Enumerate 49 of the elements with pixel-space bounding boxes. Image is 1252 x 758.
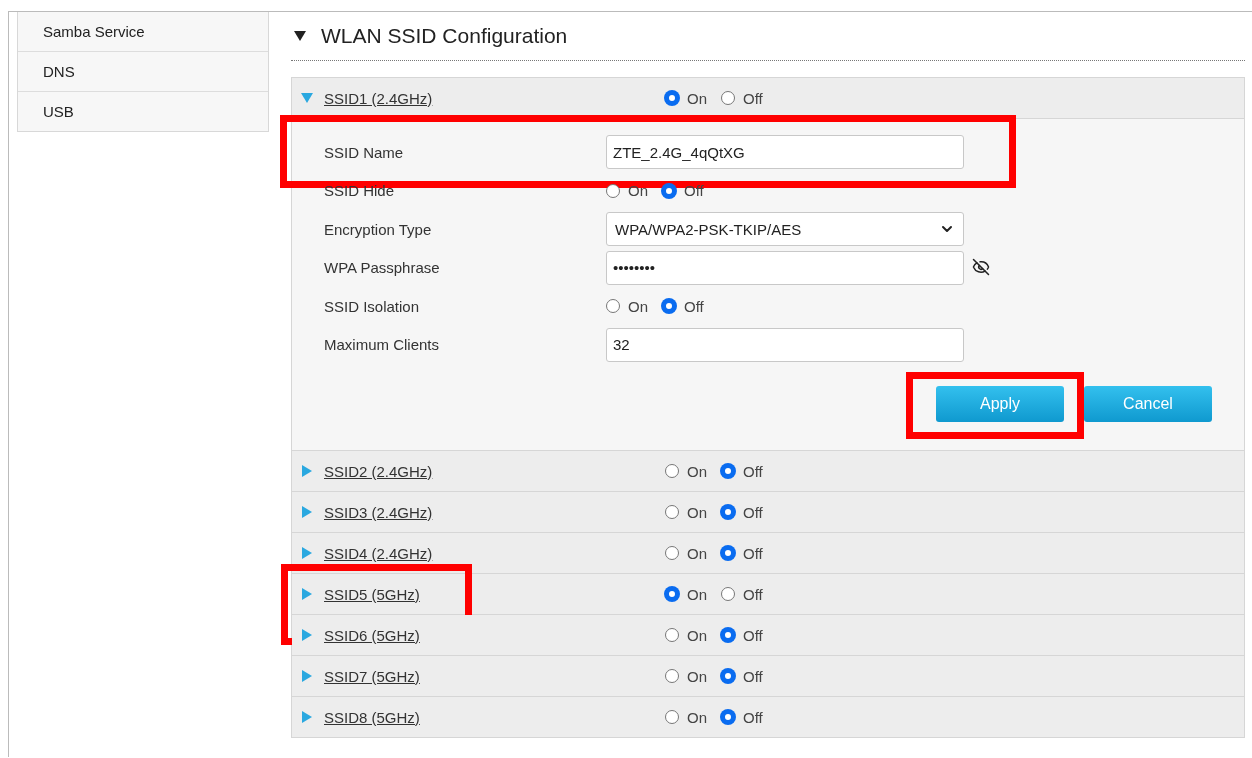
sidebar-item[interactable]: USB <box>18 92 268 131</box>
section-title: WLAN SSID Configuration <box>321 24 568 48</box>
radio-option[interactable]: On <box>665 544 707 562</box>
expanded-triangle-icon[interactable] <box>300 92 314 104</box>
radio-option[interactable]: Off <box>721 89 763 107</box>
radio-option[interactable]: Off <box>721 503 763 521</box>
eye-slash-icon[interactable] <box>972 257 990 276</box>
expand-triangle-icon[interactable] <box>300 506 314 518</box>
radio-option[interactable]: On <box>665 503 707 521</box>
radio-option[interactable]: Off <box>721 708 763 726</box>
ssid-link[interactable]: SSID7 (5GHz) <box>324 667 665 685</box>
text-field[interactable]: 32 <box>606 327 964 362</box>
text-field[interactable]: ZTE_2.4G_4qQtXG <box>606 135 964 170</box>
ssid-link[interactable]: SSID4 (2.4GHz) <box>324 544 665 562</box>
radio-option[interactable]: Off <box>721 626 763 644</box>
setting-label: WPA Passphrase <box>324 259 441 277</box>
ssid-link[interactable]: SSID8 (5GHz) <box>324 708 665 726</box>
radio-option[interactable]: On <box>606 297 648 315</box>
setting-label: Encryption Type <box>324 220 433 238</box>
collapse-triangle-icon[interactable] <box>293 30 307 42</box>
expand-triangle-icon[interactable] <box>300 588 314 600</box>
expand-triangle-icon[interactable] <box>300 465 314 477</box>
encryption-dropdown[interactable]: WPA/WPA2-PSK-TKIP/AES <box>606 212 964 247</box>
radio-option[interactable]: Off <box>721 667 763 685</box>
radio-option[interactable]: Off <box>721 462 763 480</box>
sidebar-item[interactable]: Samba Service <box>18 12 268 52</box>
ssid-link[interactable]: SSID6 (5GHz) <box>324 626 665 644</box>
ssid-link[interactable]: SSID3 (2.4GHz) <box>324 503 665 521</box>
password-field[interactable]: •••••••• <box>606 250 964 285</box>
setting-label: Maximum Clients <box>324 336 441 354</box>
ssid-link[interactable]: SSID5 (5GHz) <box>324 585 665 603</box>
setting-label: SSID Name <box>324 143 405 161</box>
radio-option[interactable]: Off <box>721 544 763 562</box>
sidebar-item[interactable]: DNS <box>18 52 268 92</box>
radio-option[interactable]: On <box>665 462 707 480</box>
radio-option[interactable]: On <box>665 89 707 107</box>
radio-option[interactable]: On <box>665 667 707 685</box>
setting-label: SSID Isolation <box>324 297 421 315</box>
expand-triangle-icon[interactable] <box>300 711 314 723</box>
radio-option[interactable]: On <box>665 626 707 644</box>
radio-option[interactable]: Off <box>662 297 704 315</box>
radio-option[interactable]: Off <box>721 585 763 603</box>
ssid-link[interactable]: SSID2 (2.4GHz) <box>324 462 665 480</box>
ssid-link[interactable]: SSID1 (2.4GHz) <box>324 89 665 107</box>
expand-triangle-icon[interactable] <box>300 547 314 559</box>
expand-triangle-icon[interactable] <box>300 670 314 682</box>
radio-option[interactable]: On <box>665 708 707 726</box>
expand-triangle-icon[interactable] <box>300 629 314 641</box>
radio-option[interactable]: On <box>665 585 707 603</box>
